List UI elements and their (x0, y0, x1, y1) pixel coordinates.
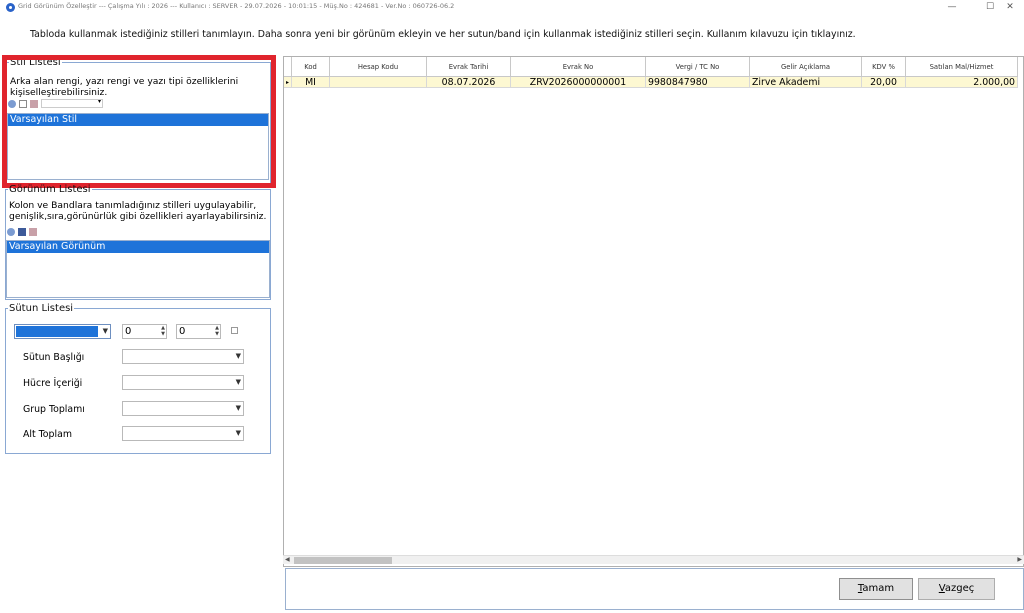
chevron-down-icon: ▼ (102, 327, 108, 335)
table-cell[interactable]: 20,00 (862, 77, 906, 88)
table-cell[interactable]: 9980847980 (646, 77, 750, 88)
cancel-button[interactable]: Vazgeç (918, 578, 995, 600)
highlight-frame (2, 55, 276, 188)
table-cell[interactable]: 08.07.2026 (427, 77, 511, 88)
column-header[interactable]: Hesap Kodu (330, 57, 427, 77)
table-cell[interactable]: MI (292, 77, 330, 88)
column-header[interactable]: Vergi / TC No (646, 57, 750, 77)
data-grid[interactable]: Kod Hesap Kodu Evrak Tarihi Evrak No Ver… (283, 56, 1024, 567)
grup-toplami-select[interactable]: ▼ (122, 401, 244, 416)
scroll-left-icon[interactable]: ◀ (285, 556, 290, 563)
column-select[interactable]: ▼ (14, 324, 111, 339)
grid-header: Kod Hesap Kodu Evrak Tarihi Evrak No Ver… (284, 57, 1018, 77)
column-header[interactable]: Kod (292, 57, 330, 77)
chevron-down-icon: ▼ (235, 404, 241, 412)
sutun-basligi-label: Sütun Başlığı (23, 352, 85, 363)
table-cell[interactable]: 2.000,00 (906, 77, 1018, 88)
app-icon (6, 3, 15, 12)
row-indicator-icon: ▸ (284, 77, 292, 88)
add-icon[interactable] (7, 228, 15, 236)
horizontal-scrollbar[interactable]: ◀ ▶ (283, 555, 1024, 564)
alt-toplam-select[interactable]: ▼ (122, 426, 244, 441)
column-header[interactable]: Gelir Açıklama (750, 57, 862, 77)
title-bar: Grid Görünüm Özelleştir --- Çalışma Yılı… (0, 0, 1024, 16)
column-header[interactable]: Satılan Mal/Hizmet (906, 57, 1018, 77)
hucre-icerigi-select[interactable]: ▼ (122, 375, 244, 390)
gorunum-listbox[interactable]: Varsayılan Görünüm (6, 240, 270, 298)
spin-arrows-icon[interactable]: ▲ ▼ (161, 325, 165, 337)
table-cell[interactable] (330, 77, 427, 88)
gorunum-listesi-legend: Görünüm Listesi (9, 184, 91, 195)
hucre-icerigi-label: Hücre İçeriği (23, 378, 83, 389)
alt-toplam-label: Alt Toplam (23, 429, 72, 440)
ok-button[interactable]: Tamam (839, 578, 913, 600)
chevron-down-icon: ▼ (235, 378, 241, 386)
spin-arrows-icon[interactable]: ▲ ▼ (215, 325, 219, 337)
list-item[interactable]: Varsayılan Görünüm (7, 241, 269, 253)
scroll-right-icon[interactable]: ▶ (1017, 556, 1022, 563)
table-cell[interactable]: Zirve Akademi (750, 77, 862, 88)
visible-checkbox[interactable] (231, 327, 238, 334)
window-title: Grid Görünüm Özelleştir --- Çalışma Yılı… (18, 2, 455, 10)
chevron-down-icon: ▼ (235, 429, 241, 437)
gorunum-listesi-description: Kolon ve Bandlara tanımladığınız stiller… (9, 200, 267, 222)
sutun-basligi-select[interactable]: ▼ (122, 349, 244, 364)
column-header[interactable] (284, 57, 292, 77)
spin-input-2[interactable]: 0 ▲ ▼ (176, 324, 221, 339)
sutun-listesi-legend: Sütun Listesi (9, 303, 74, 314)
column-header[interactable]: Evrak No (511, 57, 646, 77)
table-row[interactable]: ▸ MI 08.07.2026 ZRV2026000000001 9980847… (284, 77, 1018, 88)
button-panel: Tamam Vazgeç (285, 568, 1024, 610)
chevron-down-icon: ▼ (235, 352, 241, 360)
column-header[interactable]: Evrak Tarihi (427, 57, 511, 77)
table-cell[interactable]: ZRV2026000000001 (511, 77, 646, 88)
spin-input-1[interactable]: 0 ▲ ▼ (122, 324, 167, 339)
save-icon[interactable] (18, 228, 26, 236)
instruction-link[interactable]: Tabloda kullanmak istediğiniz stilleri t… (30, 29, 856, 40)
minimize-button[interactable]: — (938, 0, 966, 16)
close-button[interactable]: ✕ (996, 0, 1024, 16)
grup-toplami-label: Grup Toplamı (23, 404, 85, 415)
delete-icon[interactable] (29, 228, 37, 236)
scrollbar-thumb[interactable] (294, 557, 392, 564)
gorunum-toolbar (6, 227, 46, 237)
column-header[interactable]: KDV % (862, 57, 906, 77)
